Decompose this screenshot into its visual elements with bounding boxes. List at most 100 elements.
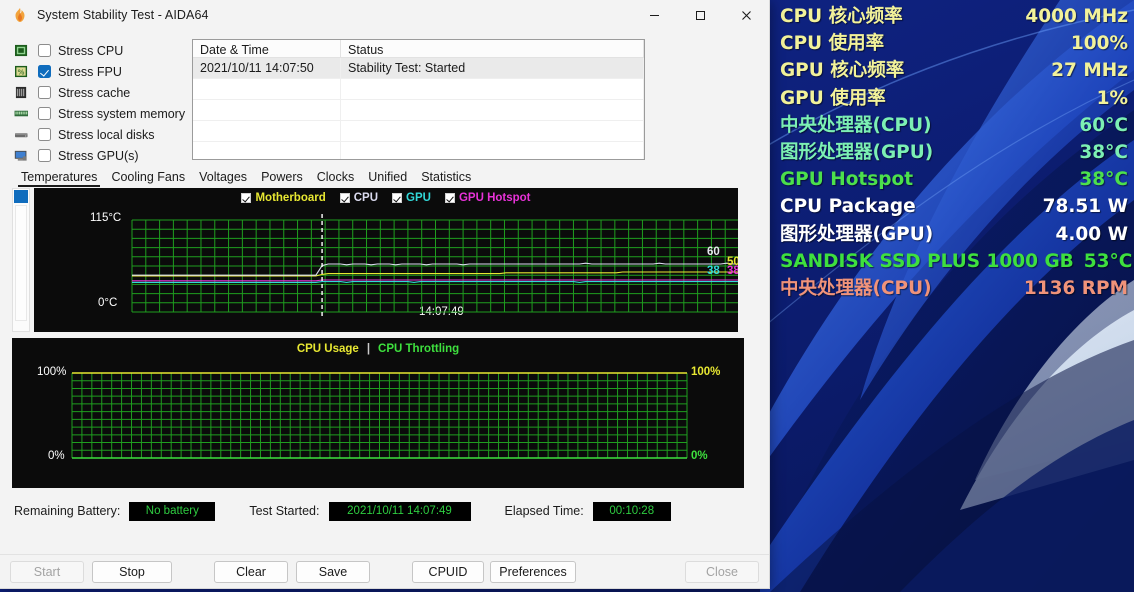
stress-option-row[interactable]: Stress system memory [14,103,184,124]
osd-row-value: 4.00 W [1056,221,1129,248]
table-row[interactable] [193,100,644,121]
log-cell-status: Stability Test: Started [341,58,644,78]
elapsed-time-value: 00:10:28 [593,502,671,521]
table-row[interactable] [193,79,644,100]
button-bar: Start Stop Clear Save CPUID Preferences … [0,554,769,588]
osd-row-value: 38°C [1079,139,1128,166]
status-strip: Remaining Battery: No battery Test Start… [8,498,761,524]
cpu-usage-right-label-bottom: 0% [691,450,708,462]
tab-cooling-fans[interactable]: Cooling Fans [104,170,192,187]
osd-row-key: GPU Hotspot [780,166,913,193]
cpu-usage-plot [12,338,744,488]
battery-value: No battery [129,502,215,521]
osd-row-value: 1136 RPM [1024,275,1128,302]
preferences-button[interactable]: Preferences [490,561,576,583]
battery-label: Remaining Battery: [14,504,120,518]
log-cell-datetime [193,79,341,99]
log-cell-status [341,121,644,141]
aida64-osd-panel: CPU 核心频率4000 MHzCPU 使用率100%GPU 核心频率27 MH… [770,0,1134,306]
minimize-button[interactable] [631,0,677,30]
log-column-header-datetime[interactable]: Date & Time [193,40,341,57]
graph-vertical-scrollbar[interactable] [12,188,30,332]
osd-row-key: CPU 使用率 [780,30,884,57]
test-started-label: Test Started: [249,504,319,518]
stress-option-checkbox[interactable] [38,107,51,120]
stress-option-label: Stress GPU(s) [58,149,139,163]
temperatures-chart-panel: MotherboardCPUGPUGPU Hotspot 115°C 0°C 1… [34,188,738,332]
tab-voltages[interactable]: Voltages [192,170,254,187]
osd-row-key: 中央处理器(CPU) [780,275,932,302]
stress-option-row[interactable]: Stress CPU [14,40,184,61]
memory-dimm-icon [14,107,29,120]
stress-option-checkbox[interactable] [38,44,51,57]
osd-row-value: 38°C [1079,166,1128,193]
osd-row-key: SANDISK SSD PLUS 1000 GB [780,248,1074,275]
table-row[interactable] [193,142,644,160]
osd-row-key: 图形处理器(GPU) [780,221,933,248]
log-cell-datetime [193,121,341,141]
cpuid-button[interactable]: CPUID [412,561,484,583]
osd-row-key: CPU 核心频率 [780,3,903,30]
temperatures-plot [34,188,738,332]
stress-option-row[interactable]: Stress local disks [14,124,184,145]
osd-row-value: 27 MHz [1051,57,1128,84]
osd-row: 图形处理器(GPU) 4.00 W [780,221,1128,248]
stop-button[interactable]: Stop [92,561,172,583]
log-cell-status [341,142,644,160]
stress-option-checkbox[interactable] [38,149,51,162]
log-header-row: Date & Time Status [193,40,644,58]
start-button[interactable]: Start [10,561,84,583]
chart-gridlines [132,220,738,312]
window-content: Stress CPU %Stress FPUStress cache Stress … [0,30,769,554]
scrollbar-track[interactable] [15,205,27,321]
tab-clocks[interactable]: Clocks [310,170,362,187]
cache-icon [14,86,29,99]
stress-option-label: Stress system memory [58,107,185,121]
osd-row: CPU 核心频率 4000 MHz [780,3,1128,30]
event-log-grid: Date & Time Status 2021/10/11 14:07:50St… [192,39,645,160]
log-rows-container: 2021/10/11 14:07:50Stability Test: Start… [193,58,644,160]
system-stability-test-window: System Stability Test - AIDA64 Stress CP… [0,0,770,589]
stress-option-checkbox[interactable] [38,86,51,99]
close-action-button[interactable]: Close [685,561,759,583]
graph-area: MotherboardCPUGPUGPU Hotspot 115°C 0°C 1… [8,188,761,332]
top-section: Stress CPU %Stress FPUStress cache Stress … [8,30,761,160]
flame-icon [12,7,28,23]
log-cell-status [341,79,644,99]
stress-option-label: Stress local disks [58,128,155,142]
tab-temperatures[interactable]: Temperatures [14,170,104,187]
log-cell-datetime: 2021/10/11 14:07:50 [193,58,341,78]
table-row[interactable] [193,121,644,142]
osd-row-value: 60°C [1079,112,1128,139]
tab-statistics[interactable]: Statistics [414,170,478,187]
osd-row: GPU Hotspot 38°C [780,166,1128,193]
stress-option-row[interactable]: Stress cache [14,82,184,103]
tab-powers[interactable]: Powers [254,170,310,187]
osd-row: GPU 使用率1% [780,85,1128,112]
stress-option-checkbox[interactable] [38,65,51,78]
log-cell-status [341,100,644,120]
maximize-button[interactable] [677,0,723,30]
cpu-usage-right-label-top: 100% [691,366,720,378]
clear-button[interactable]: Clear [214,561,288,583]
tab-unified[interactable]: Unified [361,170,414,187]
test-started-value: 2021/10/11 14:07:49 [329,502,471,521]
osd-row-value: 100% [1071,30,1128,57]
hard-disk-icon [14,128,29,141]
gpu-display-icon [14,149,29,162]
stress-option-label: Stress CPU [58,44,123,58]
log-cell-datetime [193,142,341,160]
svg-text:%: % [18,67,25,76]
graph-tabs: TemperaturesCooling FansVoltagesPowersCl… [8,166,761,187]
stress-option-row[interactable]: %Stress FPU [14,61,184,82]
temp-value-gpu: 38 [707,265,720,277]
stress-option-row[interactable]: Stress GPU(s) [14,145,184,166]
fpu-percent-icon: % [14,65,29,78]
stress-option-checkbox[interactable] [38,128,51,141]
log-column-header-status[interactable]: Status [341,40,644,57]
osd-row-value: 4000 MHz [1025,3,1128,30]
scrollbar-thumb[interactable] [14,190,28,203]
close-button[interactable] [723,0,769,30]
save-button[interactable]: Save [296,561,370,583]
table-row[interactable]: 2021/10/11 14:07:50Stability Test: Start… [193,58,644,79]
